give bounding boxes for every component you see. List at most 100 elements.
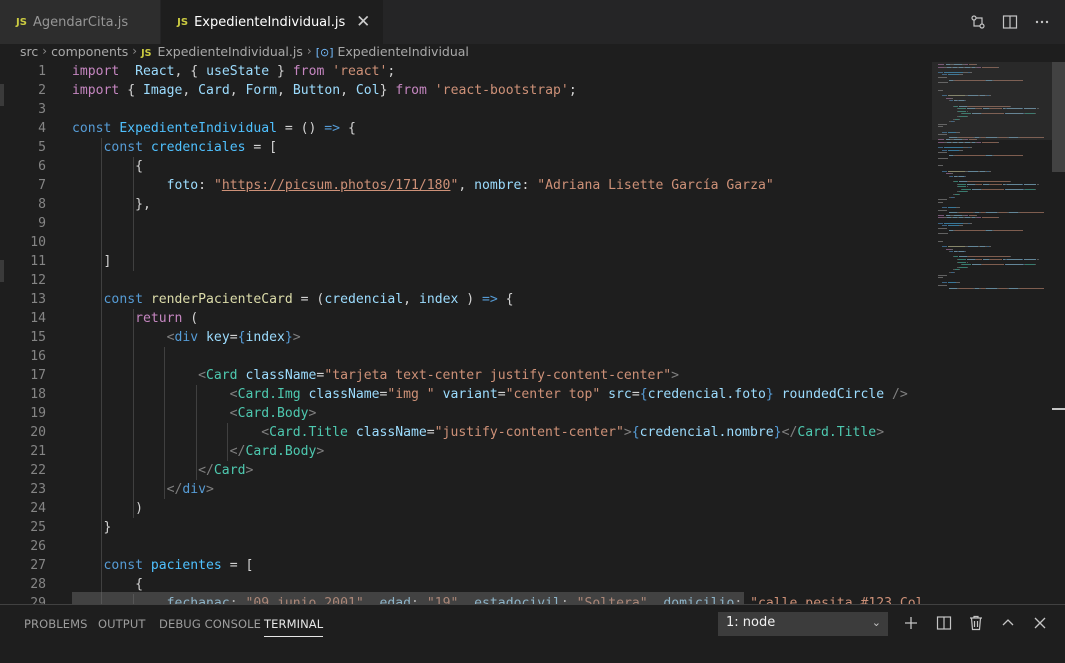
minimap-token	[957, 259, 966, 260]
breadcrumb-components[interactable]: components	[51, 44, 128, 59]
minimap[interactable]	[932, 62, 1052, 604]
code-line[interactable]: 11 ]	[0, 252, 930, 271]
minimap-token	[943, 147, 963, 149]
code-line[interactable]: 25 }	[0, 518, 930, 537]
code-line[interactable]: 10	[0, 233, 930, 252]
code-line[interactable]: 27 const pacientes = [	[0, 556, 930, 575]
minimap-token	[938, 152, 947, 154]
js-file-icon: JS	[141, 47, 152, 59]
minimap-token	[958, 181, 968, 182]
minimap-token	[966, 259, 976, 260]
code-line[interactable]: 15 <div key={index}>	[0, 328, 930, 347]
open-changes-icon[interactable]	[969, 13, 987, 31]
code-text: const pacientes = [	[103, 558, 254, 573]
close-panel-icon[interactable]	[1031, 614, 1049, 632]
maximize-panel-icon[interactable]	[999, 614, 1017, 632]
code-line[interactable]: 13 const renderPacienteCard = (credencia…	[0, 290, 930, 309]
line-number: 8	[38, 197, 46, 212]
line-number: 26	[30, 539, 46, 554]
minimap-token	[1034, 188, 1036, 190]
breadcrumb-src[interactable]: src	[20, 44, 38, 59]
code-line[interactable]: 23 </div>	[0, 480, 930, 499]
close-icon[interactable]: ✕	[355, 14, 371, 31]
panel-tab-output[interactable]: OUTPUT	[98, 617, 145, 631]
panel-tab-terminal[interactable]: TERMINAL	[264, 617, 324, 637]
line-number: 16	[30, 349, 46, 364]
code-line[interactable]: 9	[0, 214, 930, 233]
code-line[interactable]: 1 import React, { useState } from 'react'…	[0, 62, 930, 81]
code-editor[interactable]: 1 import React, { useState } from 'react'…	[0, 62, 930, 604]
minimap-token	[938, 147, 943, 149]
indent-guide	[164, 347, 166, 499]
minimap-token	[1010, 181, 1012, 182]
line-number: 19	[30, 406, 46, 421]
line-number: 5	[38, 140, 46, 155]
tab-label: AgendarCita.js	[32, 14, 129, 30]
code-line[interactable]: 16	[0, 347, 930, 366]
code-text: foto: "https://picsum.photos/171/180", n…	[166, 178, 774, 193]
minimap-token	[938, 209, 947, 211]
code-line[interactable]: 3	[0, 100, 930, 119]
more-actions-icon[interactable]	[1033, 13, 1051, 31]
terminal-select-value: 1: node	[726, 615, 776, 630]
js-file-icon: JS	[16, 16, 27, 28]
code-line[interactable]: 17 <Card className="tarjeta text-center …	[0, 366, 930, 385]
minimap-token	[990, 259, 1002, 260]
minimap-token	[969, 214, 976, 216]
minimap-token	[941, 246, 947, 247]
breadcrumb-symbol-label: ExpedienteIndividual	[337, 43, 469, 59]
line-number: 11	[30, 254, 46, 269]
minimap-token	[958, 149, 963, 151]
minimap-token	[938, 240, 943, 242]
line-number: 3	[38, 102, 46, 117]
minimap-token	[989, 170, 992, 172]
code-line[interactable]: 14 return (	[0, 309, 930, 328]
line-number: 21	[30, 444, 46, 459]
code-line[interactable]: 21 </Card.Body>	[0, 442, 930, 461]
minimap-token	[1010, 256, 1012, 258]
minimap-token	[956, 207, 960, 208]
minimap-token	[938, 199, 947, 201]
minimap-token	[997, 142, 999, 143]
split-editor-icon[interactable]	[1001, 13, 1019, 31]
breadcrumb-file[interactable]: JS ExpedienteIndividual.js	[141, 44, 303, 59]
tab-agendar-cita[interactable]: JS AgendarCita.js	[0, 0, 162, 44]
code-line[interactable]: 2 import { Image, Card, Form, Button, Col…	[0, 81, 930, 100]
code-line[interactable]: 7 foto: "https://picsum.photos/171/180",…	[0, 176, 930, 195]
code-line[interactable]: 12	[0, 271, 930, 290]
line-number: 10	[30, 235, 46, 250]
terminal-select[interactable]: 1: node ⌄	[718, 612, 888, 636]
minimap-token	[1006, 264, 1023, 266]
code-text: </Card>	[198, 463, 254, 478]
minimap-slider[interactable]	[932, 62, 1052, 140]
breadcrumb-symbol[interactable]: [⊙] ExpedienteIndividual	[316, 44, 469, 59]
line-number: 4	[38, 121, 46, 136]
breadcrumb-file-label: ExpedienteIndividual.js	[157, 43, 303, 59]
code-line[interactable]: 26	[0, 537, 930, 556]
code-line[interactable]: 5 const credenciales = [	[0, 138, 930, 157]
code-line[interactable]: 20 <Card.Title className="justify-conten…	[0, 423, 930, 442]
scrollbar-thumb[interactable]	[1052, 62, 1065, 172]
new-terminal-icon[interactable]	[902, 614, 920, 632]
code-line[interactable]: 19 <Card.Body>	[0, 404, 930, 423]
code-line[interactable]: 8 },	[0, 195, 930, 214]
minimap-token	[997, 217, 999, 219]
minimap-token	[954, 181, 958, 182]
minimap-token	[949, 287, 957, 289]
tab-label: ExpedienteIndividual.js	[194, 14, 346, 30]
minimap-token	[957, 186, 967, 188]
trash-icon[interactable]	[967, 614, 985, 632]
panel-tab-problems[interactable]: PROBLEMS	[24, 617, 88, 631]
tab-expediente-individual[interactable]: JS ExpedienteIndividual.js ✕	[161, 0, 385, 44]
split-terminal-icon[interactable]	[935, 614, 953, 632]
code-line[interactable]: 18 <Card.Img className="img " variant="c…	[0, 385, 930, 404]
chevron-down-icon: ⌄	[871, 616, 881, 629]
code-line[interactable]: 24 )	[0, 499, 930, 518]
code-line[interactable]: 6 {	[0, 157, 930, 176]
minimap-token	[989, 246, 992, 247]
code-line[interactable]: 4 const ExpedienteIndividual = () => {	[0, 119, 930, 138]
panel-tab-debug-console[interactable]: DEBUG CONSOLE	[159, 617, 261, 631]
horizontal-scrollbar[interactable]	[72, 592, 744, 604]
code-line[interactable]: 22 </Card>	[0, 461, 930, 480]
code-text: ]	[72, 254, 112, 269]
